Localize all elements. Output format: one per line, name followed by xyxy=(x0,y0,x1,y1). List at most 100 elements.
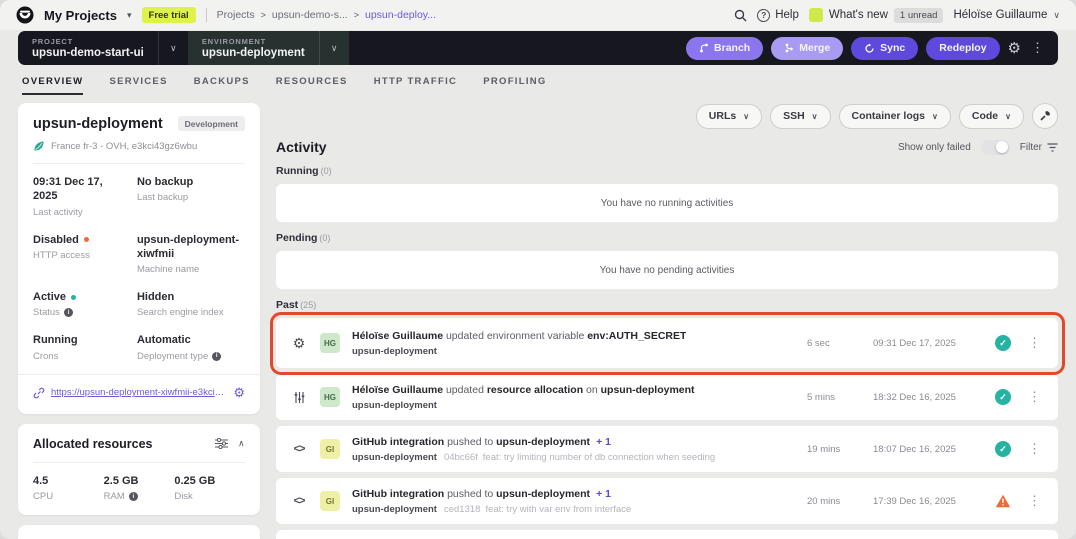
extra-commits-link[interactable]: + 1 xyxy=(596,436,611,448)
activity-subtitle: upsun-deployment04bc66ffeat: try limitin… xyxy=(352,452,715,463)
url-settings-gear-icon[interactable]: ⚙ xyxy=(233,385,245,401)
filter-button[interactable]: Filter xyxy=(1020,142,1058,153)
search-icon[interactable] xyxy=(734,9,747,22)
breadcrumb-projects[interactable]: Projects xyxy=(217,9,255,21)
environment-url-link[interactable]: https://upsun-deployment-xiwfmii-e3kci43… xyxy=(51,387,227,398)
sync-button[interactable]: Sync xyxy=(851,37,918,60)
whats-new-menu[interactable]: What's new 1 unread xyxy=(809,8,944,23)
timestamp: 17:39 Dec 16, 2025 xyxy=(873,496,981,507)
wrench-button[interactable] xyxy=(1032,103,1058,129)
kebab-menu-icon[interactable]: ⋮ xyxy=(1025,441,1044,457)
success-check-icon: ✓ xyxy=(995,335,1011,351)
top-navigation-bar: My Projects ▾ Free trial Projects > upsu… xyxy=(0,0,1076,30)
activity-subtitle: upsun-deployment xyxy=(352,346,686,357)
kebab-menu-icon[interactable]: ⋮ xyxy=(1025,493,1044,509)
kebab-menu-icon[interactable]: ⋮ xyxy=(1029,40,1046,56)
branch-button[interactable]: Branch xyxy=(686,37,763,60)
merge-button[interactable]: Merge xyxy=(771,37,843,60)
chevron-down-icon: ∨ xyxy=(1053,10,1060,21)
relative-time: 19 mins xyxy=(807,444,859,455)
tab-resources[interactable]: RESOURCES xyxy=(276,76,348,95)
tab-profiling[interactable]: PROFILING xyxy=(483,76,546,95)
running-empty-state: You have no running activities xyxy=(276,184,1058,222)
chevron-down-icon: ∨ xyxy=(932,112,938,121)
avatar: HG xyxy=(320,387,340,407)
stat-status: Active Statusi xyxy=(33,290,127,318)
commit-message: feat: try with var env from interface xyxy=(485,504,631,515)
divider xyxy=(33,163,245,164)
chevron-down-icon[interactable]: ▾ xyxy=(127,10,132,21)
info-icon[interactable]: i xyxy=(212,352,221,361)
urls-dropdown[interactable]: URLs∨ xyxy=(696,104,762,129)
kebab-menu-icon[interactable]: ⋮ xyxy=(1025,389,1044,405)
show-only-failed-toggle[interactable] xyxy=(981,140,1010,155)
past-activity-list: ⚙ HG Héloïse Guillaume updated environme… xyxy=(276,318,1058,539)
active-status-dot xyxy=(71,295,76,300)
tab-http-traffic[interactable]: HTTP TRAFFIC xyxy=(374,76,458,95)
environment-url-row: https://upsun-deployment-xiwfmii-e3kci43… xyxy=(18,374,260,401)
activity-row[interactable]: ⚙ HG Héloïse Guillaume added environment… xyxy=(276,530,1058,539)
quick-actions-row: URLs∨ SSH∨ Container logs∨ Code∨ xyxy=(276,103,1058,129)
settings-gear-icon[interactable]: ⚙ xyxy=(1008,39,1021,57)
activity-text: Héloïse Guillaume updated environment va… xyxy=(352,329,686,343)
container-logs-dropdown[interactable]: Container logs∨ xyxy=(839,104,951,129)
commit-message: feat: try limiting number of db connecti… xyxy=(483,452,715,463)
activity-title: Activity xyxy=(276,139,327,155)
ssh-dropdown[interactable]: SSH∨ xyxy=(770,104,830,129)
show-only-failed-label: Show only failed xyxy=(898,142,971,153)
activity-row[interactable]: <> GI GitHub integration pushed to upsun… xyxy=(276,478,1058,524)
breadcrumb-project[interactable]: upsun-demo-s... xyxy=(272,9,348,21)
breadcrumb-environment[interactable]: upsun-deploy... xyxy=(365,9,436,21)
code-dropdown[interactable]: Code∨ xyxy=(959,104,1024,129)
environment-sidebar: upsun-deployment Development France fr-3… xyxy=(18,103,260,539)
upsun-logo-icon[interactable] xyxy=(16,6,34,24)
extra-commits-link[interactable]: + 1 xyxy=(596,488,611,500)
chevron-down-icon: ∨ xyxy=(743,112,749,121)
resources-sliders-icon xyxy=(290,391,308,404)
environment-stats: 09:31 Dec 17, 2025 Last activity No back… xyxy=(33,175,245,362)
breadcrumb-separator: > xyxy=(261,10,266,20)
filter-funnel-icon xyxy=(1047,143,1058,152)
tab-overview[interactable]: OVERVIEW xyxy=(22,76,83,95)
chevron-down-icon[interactable]: ∨ xyxy=(319,31,349,65)
tab-backups[interactable]: BACKUPS xyxy=(194,76,250,95)
sync-icon xyxy=(864,43,875,54)
redeploy-button[interactable]: Redeploy xyxy=(926,37,999,60)
activity-row[interactable]: <> GI GitHub integration pushed to upsun… xyxy=(276,426,1058,472)
environment-tabs: OVERVIEW SERVICES BACKUPS RESOURCES HTTP… xyxy=(0,65,1076,95)
collapse-chevron-icon[interactable]: ∨ xyxy=(238,438,245,449)
kebab-menu-icon[interactable]: ⋮ xyxy=(1025,335,1044,351)
activity-row[interactable]: ⚙ HG Héloïse Guillaume updated environme… xyxy=(276,318,1058,368)
activity-text: GitHub integration pushed to upsun-deplo… xyxy=(352,435,715,449)
unread-badge: 1 unread xyxy=(894,8,944,23)
pending-section-label: Pending(0) xyxy=(276,232,1058,244)
allocated-resources-title: Allocated resources xyxy=(33,437,153,451)
info-icon[interactable]: i xyxy=(64,308,73,317)
relative-time: 5 mins xyxy=(807,392,859,403)
pending-empty-state: You have no pending activities xyxy=(276,251,1058,289)
tab-services[interactable]: SERVICES xyxy=(109,76,167,95)
chevron-down-icon[interactable]: ∨ xyxy=(158,31,188,65)
my-projects-menu[interactable]: My Projects xyxy=(44,8,117,23)
stat-deployment-type: Automatic Deployment typei xyxy=(137,333,245,361)
activity-row[interactable]: HG Héloïse Guillaume updated resource al… xyxy=(276,374,1058,420)
allocated-resources-card: Allocated resources ∨ 4.5 CPU 2.5 GB RAM… xyxy=(18,424,260,515)
stat-search-engine-index: Hidden Search engine index xyxy=(137,290,245,318)
stat-machine-name: upsun-deployment-xiwfmii Machine name xyxy=(137,233,245,276)
help-menu[interactable]: ? Help xyxy=(757,9,799,22)
toggle-knob xyxy=(996,141,1008,153)
sliders-icon[interactable] xyxy=(215,438,228,449)
help-icon: ? xyxy=(757,9,770,22)
user-menu[interactable]: Héloïse Guillaume ∨ xyxy=(953,9,1060,21)
region-label: France fr-3 - OVH, e3kci43gz6wbu xyxy=(51,141,197,152)
environment-selector[interactable]: ENVIRONMENT upsun-deployment ∨ xyxy=(188,31,349,65)
green-leaf-icon xyxy=(33,140,45,152)
info-icon[interactable]: i xyxy=(129,492,138,501)
project-selector[interactable]: PROJECT upsun-demo-start-ui ∨ xyxy=(18,31,188,65)
environment-info-card: upsun-deployment Development France fr-3… xyxy=(18,103,260,414)
success-check-icon: ✓ xyxy=(995,441,1011,457)
environment-type-badge: Development xyxy=(178,116,245,131)
environment-name: upsun-deployment xyxy=(202,47,305,59)
project-environment-bar: PROJECT upsun-demo-start-ui ∨ ENVIRONMEN… xyxy=(18,31,1058,65)
avatar: GI xyxy=(320,439,340,459)
